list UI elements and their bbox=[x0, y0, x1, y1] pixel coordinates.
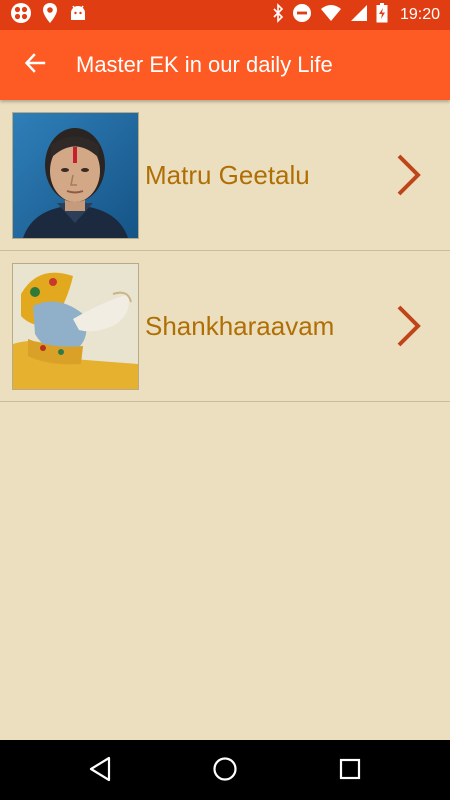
content-list: Matru Geetalu Shankharaavam bbox=[0, 100, 450, 402]
status-bar: 19:20 bbox=[0, 0, 450, 30]
home-circle-icon bbox=[212, 756, 238, 786]
list-item-label: Shankharaavam bbox=[145, 311, 335, 341]
app-icon bbox=[10, 2, 32, 28]
do-not-disturb-icon bbox=[292, 3, 312, 27]
app-bar: Master EK in our daily Life bbox=[0, 30, 450, 100]
list-item-shankharaavam[interactable]: Shankharaavam bbox=[0, 251, 450, 402]
back-triangle-icon bbox=[88, 756, 112, 786]
page-title: Master EK in our daily Life bbox=[76, 52, 333, 77]
location-icon bbox=[42, 2, 58, 28]
back-button[interactable] bbox=[20, 50, 50, 80]
recents-square-icon bbox=[338, 757, 362, 785]
nav-back-button[interactable] bbox=[85, 756, 115, 786]
arrow-back-icon bbox=[24, 52, 46, 78]
chevron-right-icon bbox=[396, 304, 422, 348]
list-item-matru-geetalu[interactable]: Matru Geetalu bbox=[0, 100, 450, 251]
list-item-label: Matru Geetalu bbox=[145, 160, 310, 190]
nav-recents-button[interactable] bbox=[335, 756, 365, 786]
chevron-right-icon bbox=[396, 153, 422, 197]
signal-icon bbox=[350, 4, 368, 26]
bluetooth-icon bbox=[272, 3, 284, 27]
android-icon bbox=[68, 3, 88, 27]
battery-charging-icon bbox=[376, 3, 388, 27]
portrait-photo bbox=[12, 112, 139, 239]
status-time: 19:20 bbox=[399, 6, 440, 23]
krishna-conch-painting bbox=[12, 263, 139, 390]
navigation-bar bbox=[0, 740, 450, 800]
nav-home-button[interactable] bbox=[210, 756, 240, 786]
wifi-icon bbox=[320, 4, 342, 26]
